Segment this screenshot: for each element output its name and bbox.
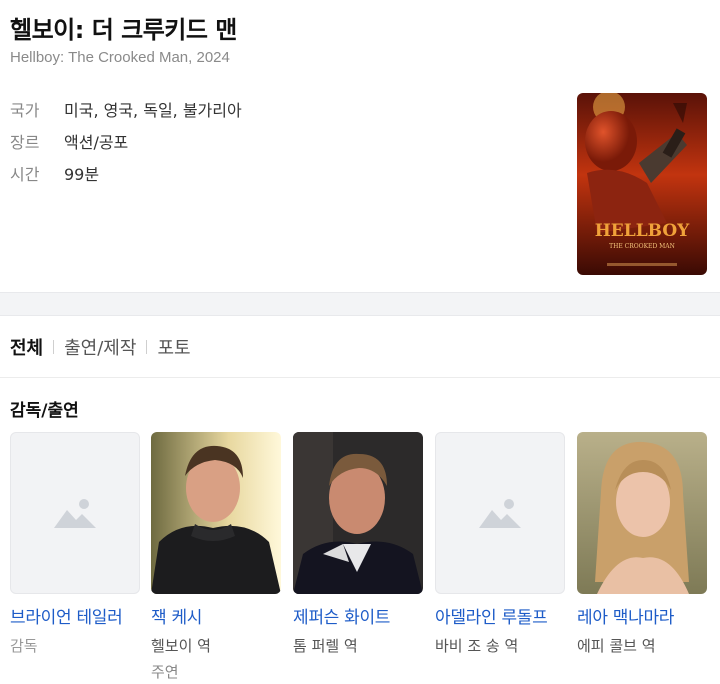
info-label-genre: 장르 xyxy=(10,133,40,152)
section-title: 감독/출연 xyxy=(10,401,79,421)
person-photo xyxy=(293,432,423,594)
image-placeholder-icon xyxy=(479,499,521,528)
page-title: 헬보이: 더 크루키드 맨 xyxy=(10,16,237,44)
info-value-genre: 액션/공포 xyxy=(64,133,129,152)
cast-name[interactable]: 아델라인 루돌프 xyxy=(435,603,565,628)
tabs-underline xyxy=(0,377,720,378)
tab-bar: 전체 출연/제작 포토 xyxy=(10,334,191,360)
cast-photo[interactable] xyxy=(151,432,281,594)
info-row-runtime: 시간 99분 xyxy=(10,157,242,189)
cast-photo[interactable] xyxy=(435,432,565,594)
cast-role: 바비 조 송 역 xyxy=(435,637,519,655)
image-placeholder-icon xyxy=(54,499,96,528)
cast-photo[interactable] xyxy=(577,432,707,594)
poster-image: HELLBOY THE CROOKED MAN xyxy=(577,93,707,275)
tab-all[interactable]: 전체 xyxy=(10,334,43,360)
info-row-genre: 장르 액션/공포 xyxy=(10,125,242,157)
poster-title: HELLBOY xyxy=(595,221,690,241)
tab-separator xyxy=(53,340,55,354)
info-label-country: 국가 xyxy=(10,101,40,120)
tab-photos[interactable]: 포토 xyxy=(157,334,190,360)
movie-poster[interactable]: HELLBOY THE CROOKED MAN xyxy=(577,93,707,275)
cast-role-type: 주연 xyxy=(151,663,179,681)
cast-name[interactable]: 브라이언 테일러 xyxy=(10,603,140,628)
cast-role: 톰 퍼렐 역 xyxy=(293,637,358,655)
movie-info: 국가 미국, 영국, 독일, 불가리아 장르 액션/공포 시간 99분 xyxy=(10,93,242,189)
tab-cast-crew[interactable]: 출연/제작 xyxy=(64,334,136,360)
cast-role: 감독 xyxy=(10,637,38,655)
person-photo xyxy=(151,432,281,594)
page-subtitle: Hellboy: The Crooked Man, 2024 xyxy=(10,49,230,66)
cast-name[interactable]: 레아 맥나마라 xyxy=(577,603,707,628)
section-divider xyxy=(0,292,720,316)
poster-subtitle: THE CROOKED MAN xyxy=(609,243,675,250)
cast-card[interactable]: 브라이언 테일러 감독 xyxy=(10,432,140,656)
cast-card[interactable]: 잭 케시 헬보이 역 주연 xyxy=(151,432,281,682)
person-photo xyxy=(577,432,707,594)
cast-name[interactable]: 제퍼슨 화이트 xyxy=(293,603,423,628)
cast-card[interactable]: 아델라인 루돌프 바비 조 송 역 xyxy=(435,432,565,656)
cast-role: 헬보이 역 xyxy=(151,637,211,655)
info-label-runtime: 시간 xyxy=(10,165,40,184)
tab-separator xyxy=(146,340,148,354)
info-value-runtime: 99분 xyxy=(64,165,100,184)
cast-photo[interactable] xyxy=(293,432,423,594)
info-value-country: 미국, 영국, 독일, 불가리아 xyxy=(64,101,242,120)
cast-card[interactable]: 제퍼슨 화이트 톰 퍼렐 역 xyxy=(293,432,423,656)
cast-photo[interactable] xyxy=(10,432,140,594)
cast-card[interactable]: 레아 맥나마라 에피 콜브 역 xyxy=(577,432,707,656)
cast-role: 에피 콜브 역 xyxy=(577,637,656,655)
info-row-country: 국가 미국, 영국, 독일, 불가리아 xyxy=(10,93,242,125)
cast-name[interactable]: 잭 케시 xyxy=(151,603,281,628)
